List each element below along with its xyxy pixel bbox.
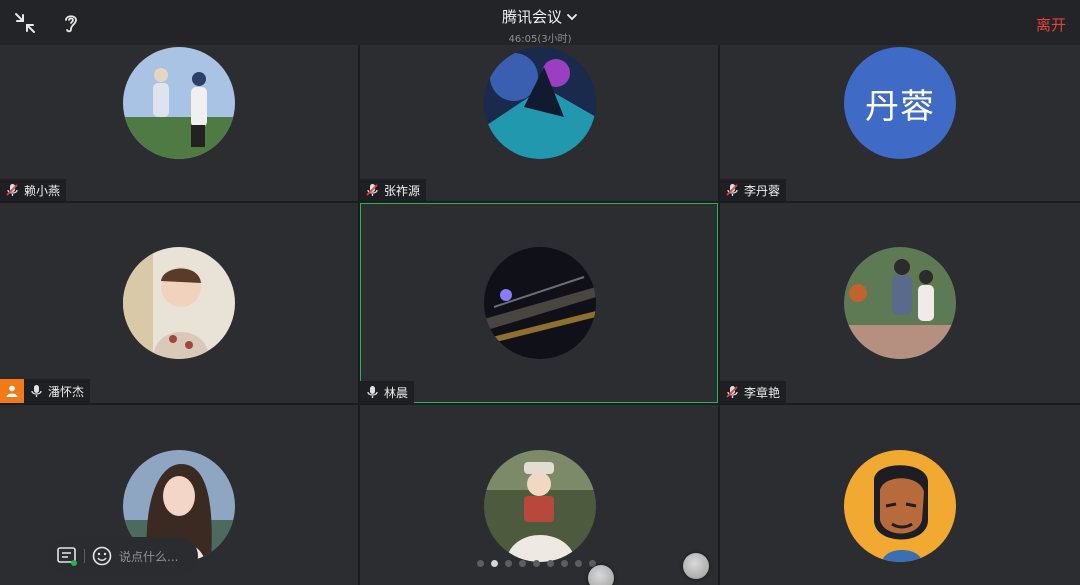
page-dot[interactable] xyxy=(477,560,484,567)
participant-tile[interactable]: 潘怀杰 xyxy=(0,203,358,403)
mic-muted-icon xyxy=(364,182,380,198)
floating-assist-button[interactable] xyxy=(683,553,709,579)
chat-placeholder[interactable]: 说点什么... xyxy=(119,548,178,565)
page-dot[interactable] xyxy=(505,560,512,567)
participant-name: 赖小燕 xyxy=(24,183,61,198)
participant-tile[interactable] xyxy=(720,405,1080,585)
participant-nametag: 李丹蓉 xyxy=(720,179,787,201)
participant-name: 李丹蓉 xyxy=(744,183,781,198)
emoji-icon[interactable] xyxy=(91,545,113,567)
participant-avatar xyxy=(484,247,596,359)
meeting-title: 腾讯会议 xyxy=(501,8,562,26)
chat-bubble-icon[interactable] xyxy=(56,545,78,567)
meeting-title-button[interactable]: 腾讯会议 xyxy=(502,6,578,27)
leave-button[interactable]: 离开 xyxy=(1036,14,1066,35)
participant-name: 李章艳 xyxy=(744,385,781,400)
chat-input-bar[interactable]: 说点什么... xyxy=(48,537,198,575)
page-dot[interactable] xyxy=(575,560,582,567)
mic-icon xyxy=(28,383,44,399)
participant-name: 林晨 xyxy=(384,385,409,400)
meeting-duration: 46:05(3小时) xyxy=(508,34,572,45)
page-dot[interactable] xyxy=(533,560,540,567)
participant-avatar xyxy=(844,450,956,562)
mic-muted-icon xyxy=(4,182,20,198)
participant-tile[interactable] xyxy=(360,405,718,585)
participant-tile[interactable]: 赖小燕 xyxy=(0,45,358,201)
participant-avatar xyxy=(123,247,235,359)
participant-tile[interactable]: 张祚源 xyxy=(360,45,718,201)
participant-nametag: 李章艳 xyxy=(720,381,787,403)
participant-nametag: 赖小燕 xyxy=(0,179,67,201)
page-dot[interactable] xyxy=(547,560,554,567)
top-bar: 腾讯会议 46:05(3小时) 离开 xyxy=(0,0,1080,45)
participant-avatar xyxy=(484,450,596,562)
floating-assist-button[interactable] xyxy=(588,565,614,585)
mic-muted-icon xyxy=(724,182,740,198)
mic-muted-icon xyxy=(724,384,740,400)
participant-nametag: 张祚源 xyxy=(360,179,427,201)
participant-tile-active-speaker[interactable]: 林晨 xyxy=(360,203,718,403)
participant-avatar xyxy=(844,247,956,359)
participant-tile[interactable]: 李章艳 xyxy=(720,203,1080,403)
participant-avatar xyxy=(123,47,235,159)
participant-text-avatar: 丹蓉 xyxy=(844,47,956,159)
page-dot-current[interactable] xyxy=(491,560,498,567)
chevron-down-icon xyxy=(566,11,578,23)
page-indicator[interactable] xyxy=(477,560,596,567)
participant-name: 潘怀杰 xyxy=(48,384,85,399)
host-badge-icon xyxy=(0,379,24,403)
participant-avatar xyxy=(484,47,596,159)
mic-icon xyxy=(364,384,380,400)
participant-name: 张祚源 xyxy=(384,183,421,198)
participant-nametag: 潘怀杰 xyxy=(24,379,91,403)
page-dot[interactable] xyxy=(561,560,568,567)
page-dot[interactable] xyxy=(519,560,526,567)
divider xyxy=(84,549,85,563)
participant-nametag: 林晨 xyxy=(360,381,415,403)
participant-tile[interactable]: 丹蓉 李丹蓉 xyxy=(720,45,1080,201)
participant-grid: 赖小燕 张祚源 丹蓉 李丹蓉 潘怀杰 林晨 李章艳 xyxy=(0,45,1080,585)
meeting-title-area: 腾讯会议 46:05(3小时) xyxy=(0,6,1080,45)
